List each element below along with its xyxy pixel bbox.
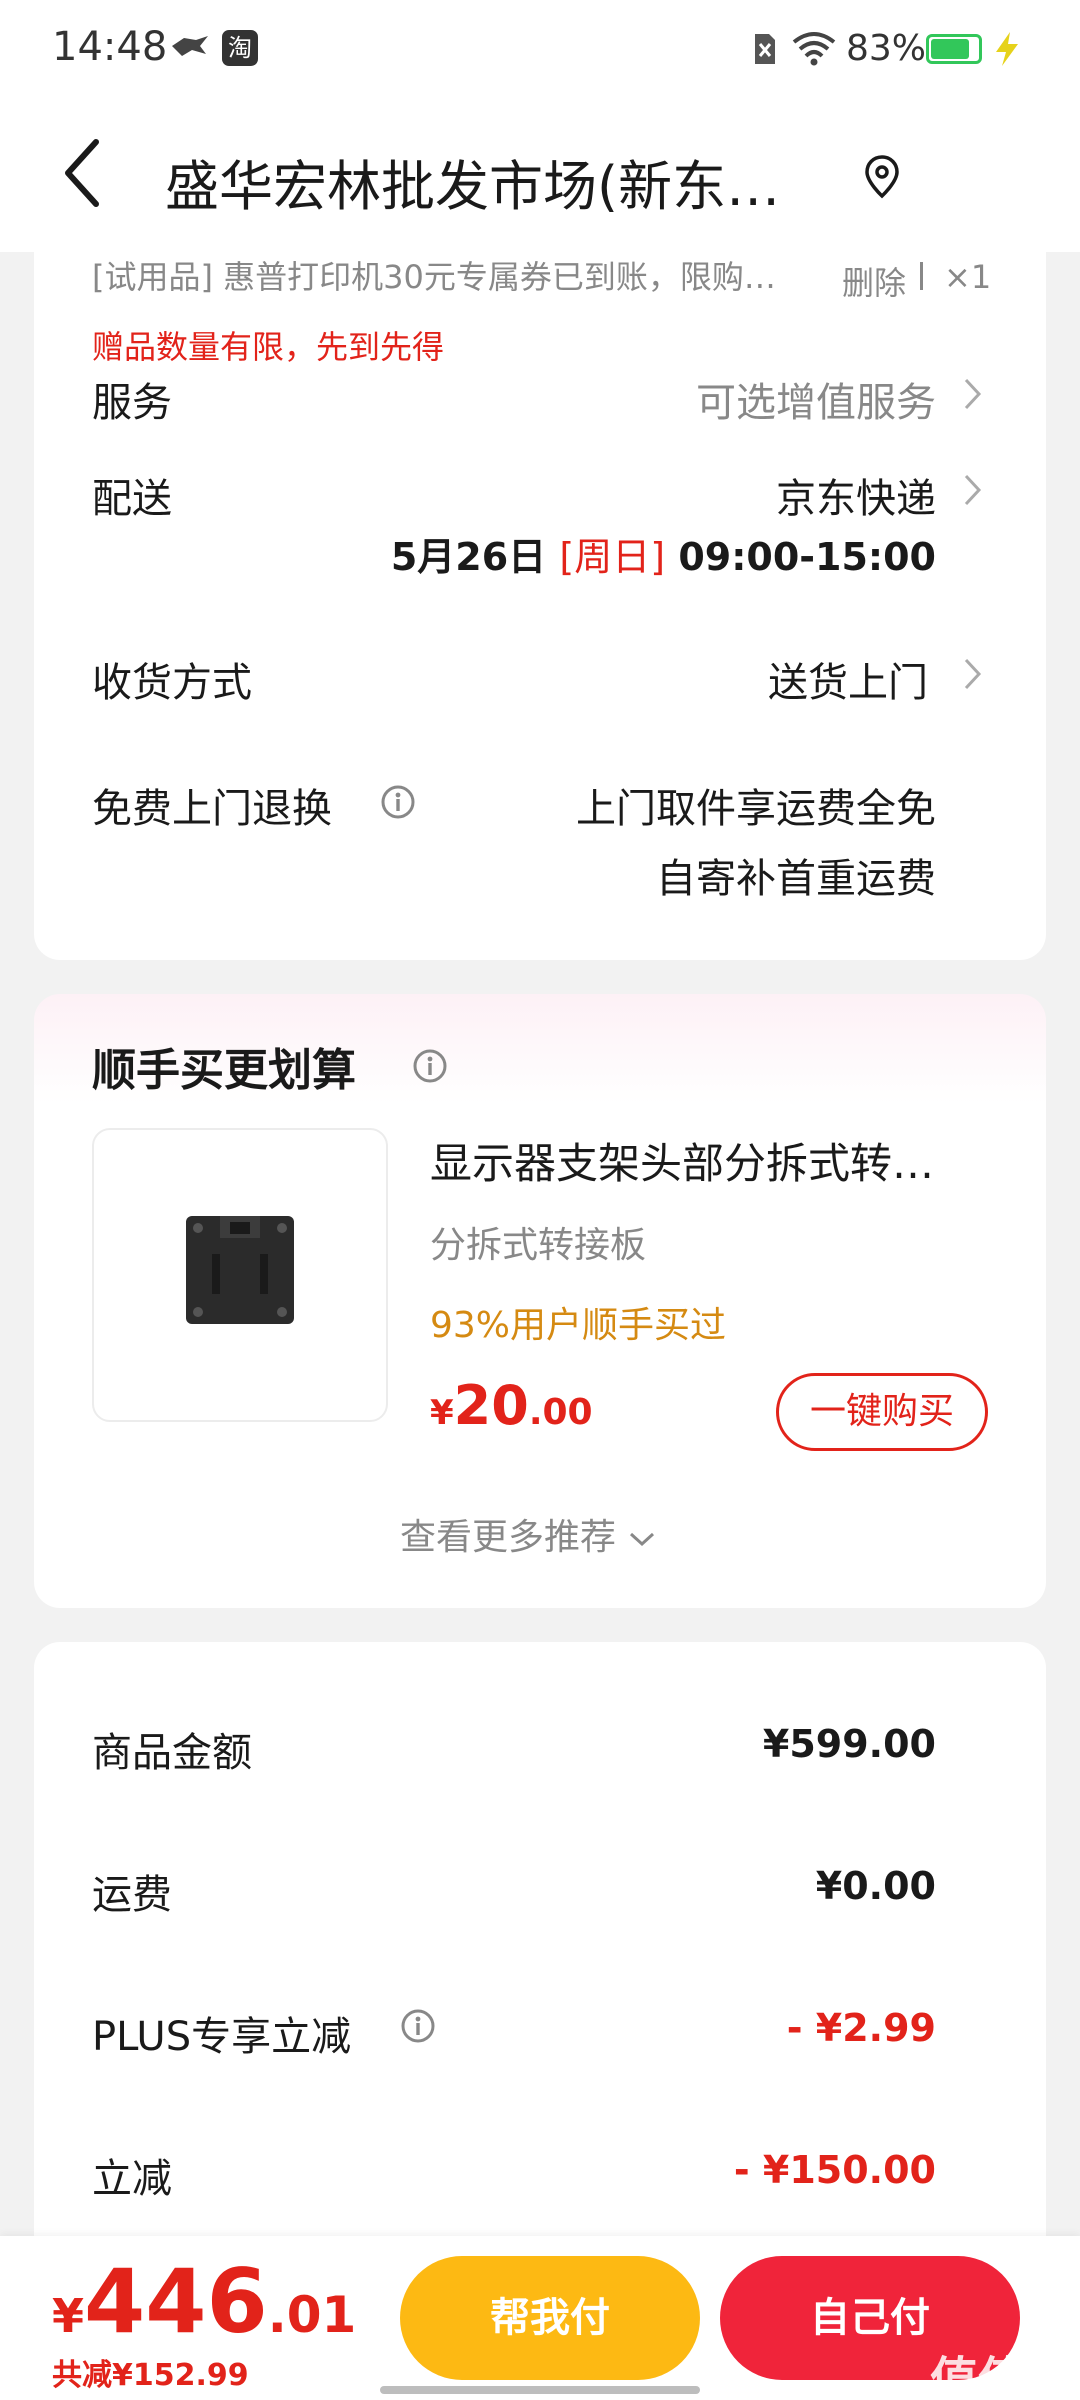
goods-amount-value: ¥599.00 (762, 1722, 936, 1766)
upsell-social-proof: 93%用户顺手买过 (430, 1305, 727, 1346)
gift-item-text: [试用品] 惠普打印机30元专属券已到账，限购… (92, 258, 776, 296)
receive-method-label: 收货方式 (92, 660, 252, 706)
goods-amount-label: 商品金额 (92, 1730, 252, 1776)
location-icon[interactable] (864, 154, 900, 200)
battery-icon (926, 34, 982, 64)
service-label: 服务 (92, 380, 172, 426)
more-recommendations-link[interactable]: 查看更多推荐 (400, 1508, 657, 1560)
return-policy-line1: 上门取件享运费全免 (576, 786, 936, 832)
chevron-right-icon[interactable] (962, 470, 984, 510)
price-integer: 20 (453, 1374, 529, 1437)
chevron-down-icon (630, 1532, 655, 1547)
delivery-date: 5月26日 (390, 535, 547, 579)
gift-delete-button[interactable]: 删除 (842, 258, 906, 304)
help-me-pay-button[interactable]: 帮我付 (400, 2256, 700, 2380)
upsell-price: ¥20.00 (430, 1374, 593, 1437)
shipping-value: ¥0.00 (815, 1864, 936, 1908)
delivery-carrier[interactable]: 京东快递 (776, 466, 936, 524)
back-icon[interactable] (62, 138, 102, 208)
info-icon[interactable] (412, 1048, 448, 1084)
return-policy-label: 免费上门退换 (92, 786, 332, 832)
total-integer: 446 (84, 2250, 268, 2353)
instant-discount-label: 立减 (92, 2156, 172, 2202)
info-icon[interactable] (380, 784, 416, 820)
total-saved: 共减¥152.99 (52, 2358, 249, 2393)
upsell-title: 顺手买更划算 (92, 1045, 356, 1096)
delivery-window: 09:00-15:00 (678, 535, 936, 579)
more-recommendations-label: 查看更多推荐 (400, 1517, 617, 1558)
upsell-product-spec: 分拆式转接板 (430, 1225, 647, 1266)
plus-discount-value: - ¥2.99 (786, 2006, 936, 2050)
taobao-icon: 淘 (222, 30, 258, 66)
one-click-buy-button[interactable]: 一键购买 (776, 1373, 988, 1451)
service-option[interactable]: 可选增值服务 (696, 370, 936, 428)
delivery-label: 配送 (92, 476, 172, 522)
instant-discount-value: - ¥150.00 (733, 2148, 936, 2192)
chevron-right-icon[interactable] (962, 654, 984, 694)
price-decimal: .00 (528, 1392, 593, 1433)
delivery-weekday: [周日] (559, 535, 666, 579)
return-policy-line2: 自寄补首重运费 (656, 856, 936, 902)
plus-discount-label: PLUS专享立减 (92, 2014, 352, 2060)
price-symbol: ¥ (430, 1393, 454, 1433)
sim-off-icon (755, 34, 775, 64)
upsell-product-name[interactable]: 显示器支架头部分拆式转… (430, 1130, 934, 1191)
receive-method-value[interactable]: 送货上门 (768, 650, 928, 708)
home-indicator[interactable] (380, 2386, 700, 2394)
chevron-right-icon[interactable] (962, 374, 984, 414)
upsell-product-image[interactable] (92, 1128, 388, 1422)
total-decimal: .01 (267, 2286, 357, 2344)
charging-icon (996, 32, 1018, 66)
gift-quantity: ×1 (944, 258, 992, 296)
total-price: ¥446.01 (52, 2250, 356, 2353)
info-icon[interactable] (400, 2008, 436, 2044)
gift-note: 赠品数量有限，先到先得 (92, 328, 445, 366)
status-time: 14:48 (52, 24, 168, 70)
shipping-label: 运费 (92, 1872, 172, 1918)
delivery-time[interactable]: 5月26日 [周日] 09:00-15:00 (391, 526, 936, 581)
bird-icon (172, 36, 208, 56)
total-symbol: ¥ (52, 2289, 85, 2343)
page-title: 盛华宏林批发市场(新东… (165, 155, 781, 218)
divider (920, 262, 923, 290)
wifi-icon (792, 32, 836, 66)
monitor-mount-plate-image (186, 1216, 294, 1324)
watermark: 值值值 (930, 2352, 1075, 2400)
battery-percent: 83% (846, 28, 927, 69)
